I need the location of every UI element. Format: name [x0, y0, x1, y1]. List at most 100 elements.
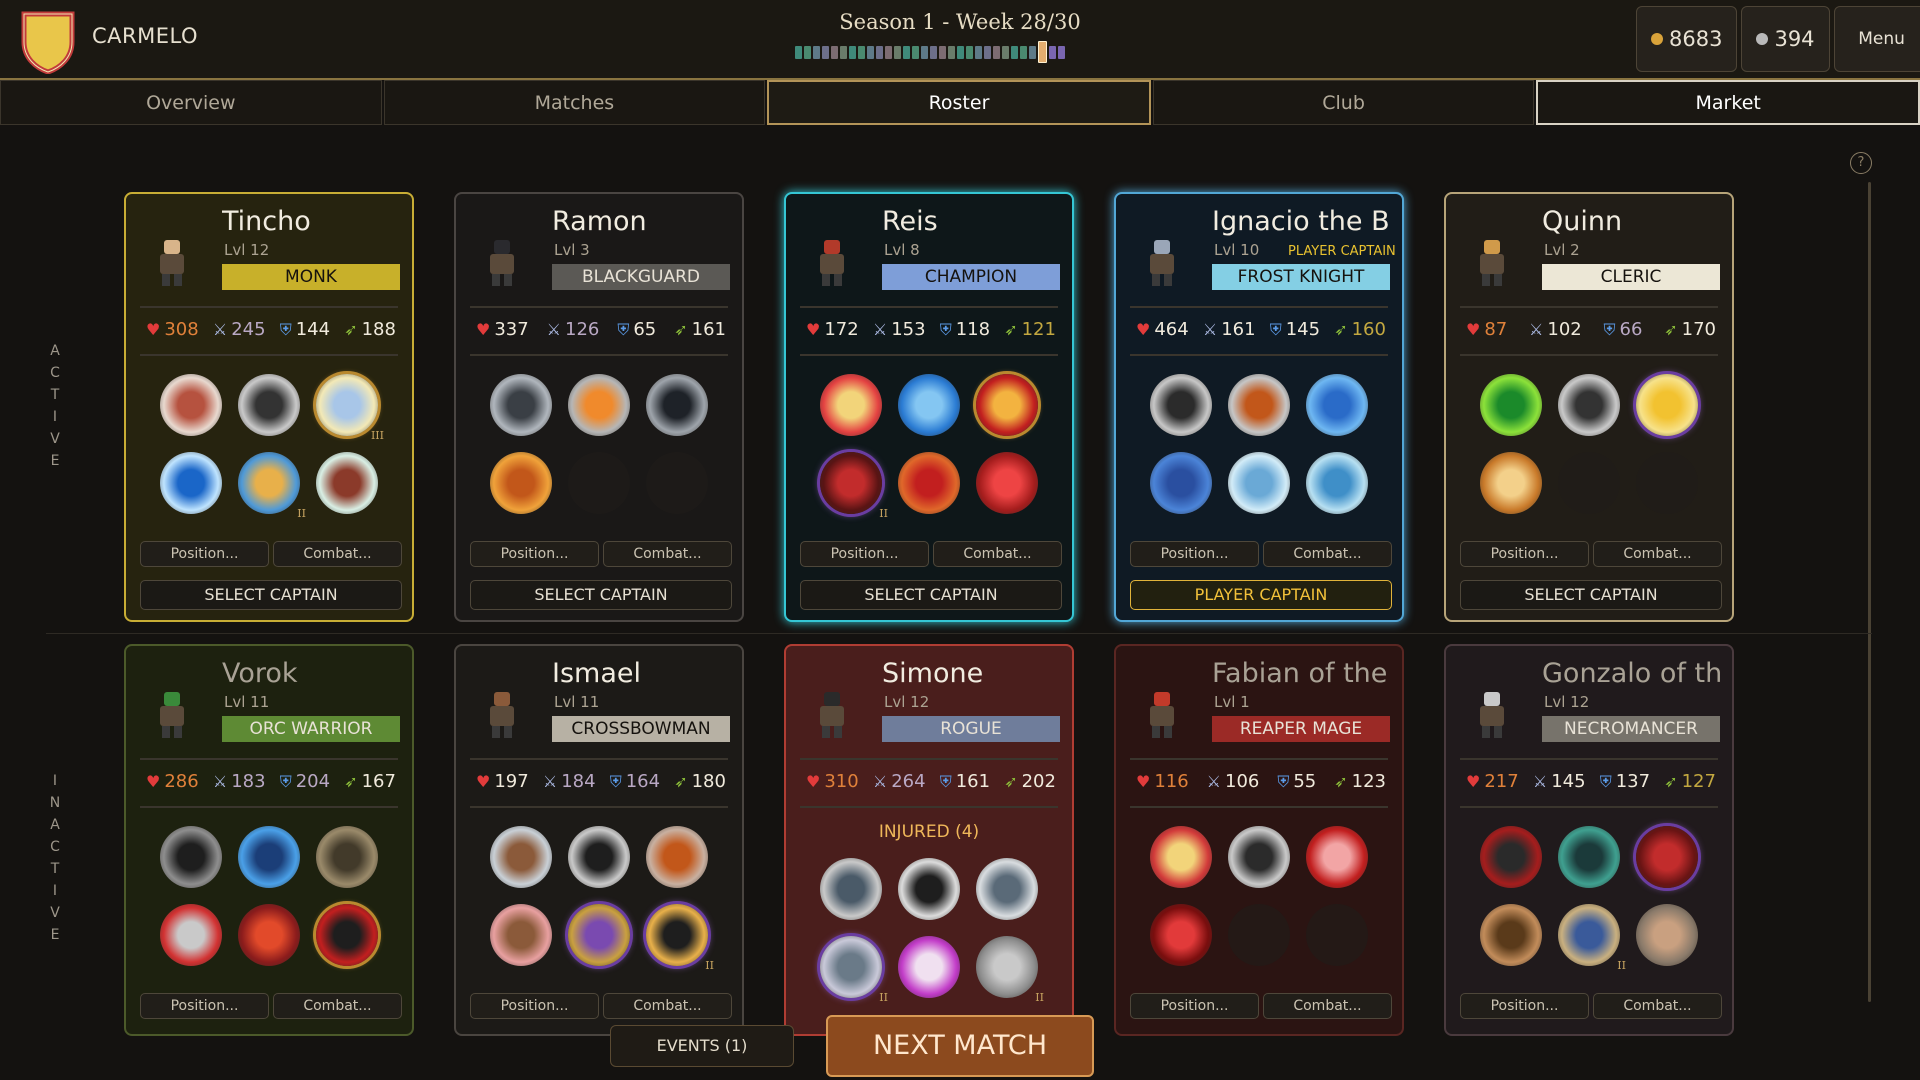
position-button[interactable]: Position... — [140, 993, 269, 1019]
empty-skill-slot[interactable] — [646, 452, 708, 514]
combat-button[interactable]: Combat... — [1593, 541, 1722, 567]
combat-button[interactable]: Combat... — [1263, 993, 1392, 1019]
skill-icon[interactable] — [316, 904, 378, 966]
tab-overview[interactable]: Overview — [0, 80, 382, 125]
skill-icon[interactable] — [1306, 374, 1368, 436]
combat-button[interactable]: Combat... — [603, 541, 732, 567]
events-button[interactable]: EVENTS (1) — [610, 1025, 794, 1067]
skill-icon[interactable] — [1306, 826, 1368, 888]
position-button[interactable]: Position... — [1460, 541, 1589, 567]
skill-icon[interactable] — [316, 452, 378, 514]
select-captain-button[interactable]: SELECT CAPTAIN — [470, 580, 732, 610]
active-player-card[interactable]: Tincho Lvl 12 MONK ♥ 308 ⚔ 245 ⛨ 144 ➶ 188 I… — [124, 192, 414, 622]
skill-icon[interactable] — [1558, 374, 1620, 436]
combat-button[interactable]: Combat... — [273, 993, 402, 1019]
skill-icon[interactable] — [568, 904, 630, 966]
active-player-card[interactable]: Ignacio the B... Lvl 10 PLAYER CAPTAIN F… — [1114, 192, 1404, 622]
skill-icon[interactable] — [976, 858, 1038, 920]
position-button[interactable]: Position... — [1130, 541, 1259, 567]
scrollbar[interactable] — [1868, 182, 1871, 1002]
skill-icon[interactable] — [160, 374, 222, 436]
next-match-button[interactable]: NEXT MATCH — [826, 1015, 1094, 1077]
active-player-card[interactable]: Quinn Lvl 2 CLERIC ♥ 87 ⚔ 102 ⛨ 66 ➶ 170 Pos… — [1444, 192, 1734, 622]
skill-icon[interactable] — [490, 904, 552, 966]
skill-icon[interactable] — [490, 826, 552, 888]
skill-icon[interactable]: III — [316, 374, 384, 442]
skill-icon[interactable] — [490, 374, 552, 436]
skill-icon[interactable] — [160, 904, 222, 966]
skill-icon[interactable] — [1150, 452, 1212, 514]
skill-icon[interactable] — [1150, 374, 1212, 436]
skill-icon[interactable] — [1480, 374, 1542, 436]
skill-icon[interactable] — [976, 452, 1038, 514]
inactive-player-card[interactable]: Vorok Lvl 11 ORC WARRIOR ♥ 286 ⚔ 183 ⛨ 204 … — [124, 644, 414, 1036]
skill-icon[interactable] — [820, 374, 882, 436]
active-player-card[interactable]: Ramon Lvl 3 BLACKGUARD ♥ 337 ⚔ 126 ⛨ 65 ➶ 16… — [454, 192, 744, 622]
skill-icon[interactable] — [898, 374, 960, 436]
tab-matches[interactable]: Matches — [383, 80, 766, 125]
skill-icon[interactable] — [1636, 374, 1698, 436]
empty-skill-slot[interactable] — [1558, 452, 1620, 514]
skill-icon[interactable] — [568, 374, 630, 436]
skill-icon[interactable] — [646, 826, 708, 888]
skill-icon[interactable] — [1636, 826, 1698, 888]
combat-button[interactable]: Combat... — [1263, 541, 1392, 567]
position-button[interactable]: Position... — [140, 541, 269, 567]
skill-icon[interactable] — [1228, 374, 1290, 436]
select-captain-button[interactable]: SELECT CAPTAIN — [800, 580, 1062, 610]
inactive-player-card[interactable]: Gonzalo of th... Lvl 12 NECROMANCER ♥217… — [1444, 644, 1734, 1036]
skill-icon[interactable] — [1480, 826, 1542, 888]
skill-icon[interactable] — [976, 374, 1038, 436]
skill-icon[interactable] — [898, 452, 960, 514]
skill-icon[interactable]: II — [976, 936, 1044, 1004]
skill-icon[interactable] — [820, 858, 882, 920]
select-captain-button[interactable]: SELECT CAPTAIN — [1460, 580, 1722, 610]
skill-icon[interactable] — [316, 826, 378, 888]
skill-icon[interactable] — [898, 858, 960, 920]
skill-icon[interactable] — [490, 452, 552, 514]
skill-icon[interactable] — [1480, 452, 1542, 514]
empty-skill-slot[interactable] — [1306, 904, 1368, 966]
tab-club[interactable]: Club — [1152, 80, 1535, 125]
skill-icon[interactable] — [1480, 904, 1542, 966]
position-button[interactable]: Position... — [1130, 993, 1259, 1019]
select-captain-button[interactable]: SELECT CAPTAIN — [140, 580, 402, 610]
skill-icon[interactable] — [238, 826, 300, 888]
skill-icon[interactable] — [568, 826, 630, 888]
empty-skill-slot[interactable] — [1636, 452, 1698, 514]
skill-icon[interactable]: II — [646, 904, 714, 972]
skill-icon[interactable]: II — [238, 452, 306, 520]
position-button[interactable]: Position... — [800, 541, 929, 567]
skill-icon[interactable]: II — [820, 936, 888, 1004]
skill-icon[interactable] — [160, 826, 222, 888]
menu-button[interactable]: Menu — [1833, 6, 1920, 72]
inactive-player-card[interactable]: Fabian of the ... Lvl 1 REAPER MAGE ♥116… — [1114, 644, 1404, 1036]
combat-button[interactable]: Combat... — [603, 993, 732, 1019]
position-button[interactable]: Position... — [470, 541, 599, 567]
position-button[interactable]: Position... — [470, 993, 599, 1019]
skill-icon[interactable] — [160, 452, 222, 514]
combat-button[interactable]: Combat... — [273, 541, 402, 567]
skill-icon[interactable]: II — [820, 452, 888, 520]
empty-skill-slot[interactable] — [1228, 904, 1290, 966]
empty-skill-slot[interactable] — [568, 452, 630, 514]
skill-icon[interactable] — [646, 374, 708, 436]
skill-icon[interactable] — [1636, 904, 1698, 966]
skill-icon[interactable]: II — [1558, 904, 1626, 972]
skill-icon[interactable] — [1306, 452, 1368, 514]
skill-icon[interactable] — [238, 374, 300, 436]
skill-icon[interactable] — [238, 904, 300, 966]
help-button[interactable]: ? — [1850, 152, 1872, 174]
combat-button[interactable]: Combat... — [1593, 993, 1722, 1019]
skill-icon[interactable] — [898, 936, 960, 998]
position-button[interactable]: Position... — [1460, 993, 1589, 1019]
skill-icon[interactable] — [1150, 826, 1212, 888]
player-captain-button[interactable]: PLAYER CAPTAIN — [1130, 580, 1392, 610]
combat-button[interactable]: Combat... — [933, 541, 1062, 567]
skill-icon[interactable] — [1558, 826, 1620, 888]
tab-market[interactable]: Market — [1536, 80, 1920, 125]
skill-icon[interactable] — [1228, 826, 1290, 888]
skill-icon[interactable] — [1150, 904, 1212, 966]
inactive-player-card[interactable]: Simone Lvl 12 ROGUE ♥ 310 ⚔ 264 ⛨ 161 ➶ 202 … — [784, 644, 1074, 1036]
tab-roster[interactable]: Roster — [767, 80, 1151, 125]
